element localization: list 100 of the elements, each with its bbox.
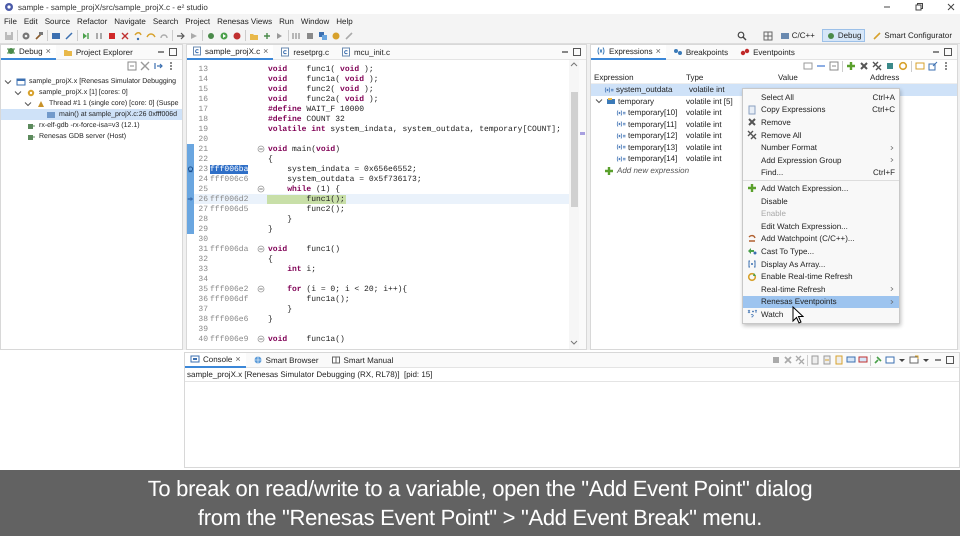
double-cross-icon[interactable] xyxy=(872,61,882,71)
refresh-icon[interactable] xyxy=(898,61,908,71)
stop-icon[interactable] xyxy=(107,30,117,40)
collapse-icon[interactable] xyxy=(256,284,266,294)
maximize-icon[interactable] xyxy=(943,47,953,57)
layout-icon[interactable] xyxy=(803,61,813,71)
nav-icon[interactable] xyxy=(262,30,272,40)
maximize-icon[interactable] xyxy=(572,47,582,57)
tab[interactable]: Console × xyxy=(185,352,246,368)
run-icon[interactable] xyxy=(219,30,229,40)
menu-item[interactable]: Source xyxy=(44,16,70,26)
menu-item[interactable]: Help xyxy=(336,16,353,26)
remove-all-icon[interactable] xyxy=(140,61,150,71)
expression-name[interactable]: temporary[13] xyxy=(594,142,686,152)
collapse-icon[interactable] xyxy=(256,244,266,254)
menu-item[interactable]: Add Watch Expression... xyxy=(743,182,899,195)
menu-item[interactable]: Project xyxy=(185,16,210,26)
perspective-icon[interactable] xyxy=(762,30,773,40)
menu-item[interactable]: Cast To Type... xyxy=(743,245,899,258)
expression-name[interactable]: temporary xyxy=(594,96,686,106)
show-output-icon[interactable] xyxy=(846,355,856,365)
panel-icon[interactable] xyxy=(292,30,302,40)
cross-icon[interactable] xyxy=(859,61,869,71)
menu-item[interactable]: Run xyxy=(279,16,294,26)
maximize-icon[interactable] xyxy=(945,355,955,365)
perspective-button[interactable]: Smart Configurator xyxy=(868,29,956,42)
clear-icon[interactable] xyxy=(810,355,820,365)
new-window-icon[interactable] xyxy=(915,61,925,71)
tab[interactable]: Project Explorer xyxy=(58,45,138,60)
expression-name[interactable]: temporary[10] xyxy=(594,108,686,118)
menu-item[interactable]: Select All Ctrl+A xyxy=(743,91,899,104)
expression-name[interactable]: system_outdata xyxy=(594,84,686,95)
tab[interactable]: Breakpoints xyxy=(668,45,734,60)
menu-item[interactable]: Copy Expressions Ctrl+C xyxy=(743,104,899,116)
menu-item[interactable]: Real-time Refresh xyxy=(743,282,899,296)
column-header[interactable]: Type xyxy=(686,73,778,82)
menu-item[interactable]: Display As Array... xyxy=(743,258,899,270)
menu-item[interactable]: Watch xyxy=(743,308,899,321)
collapse-icon[interactable] xyxy=(256,184,266,194)
collapse-icon[interactable] xyxy=(829,61,839,71)
collapse-icon[interactable] xyxy=(256,334,266,344)
bug-icon[interactable] xyxy=(206,30,216,40)
menu-item[interactable]: Number Format xyxy=(743,141,899,154)
menu-item[interactable]: Navigate xyxy=(114,16,146,26)
menu-item[interactable]: Renesas Eventpoints xyxy=(743,296,899,308)
menu-item[interactable]: Edit xyxy=(24,16,38,26)
menu-item[interactable]: Edit Watch Expression... xyxy=(743,220,899,233)
tab[interactable]: Eventpoints xyxy=(735,45,800,60)
restore-icon[interactable] xyxy=(914,2,924,12)
tab[interactable]: mcu_init.c xyxy=(336,45,395,60)
close-icon[interactable] xyxy=(946,2,956,12)
tab[interactable]: resetprg.c xyxy=(275,45,334,60)
menu-item[interactable]: Window xyxy=(300,16,330,26)
step-into-icon[interactable] xyxy=(133,30,143,40)
menu-item[interactable]: Add Watchpoint (C/C++)... xyxy=(743,232,899,246)
maximize-icon[interactable] xyxy=(168,47,178,57)
perspective-button[interactable]: C/C++ xyxy=(776,29,819,42)
menu-item[interactable]: Enable Real-time Refresh xyxy=(743,270,899,283)
add-expression-row[interactable]: Add new expression xyxy=(617,166,690,175)
collapse-icon[interactable] xyxy=(127,61,137,71)
disconnect-icon[interactable] xyxy=(120,30,130,40)
expression-name[interactable]: temporary[11] xyxy=(594,119,686,130)
tab[interactable]: Debug × xyxy=(1,45,56,60)
display-icon[interactable] xyxy=(885,355,895,365)
menu-item[interactable]: Search xyxy=(152,16,178,26)
step-filter-icon[interactable] xyxy=(153,61,163,71)
menu-item[interactable]: Renesas Views xyxy=(217,16,272,26)
pin-icon[interactable] xyxy=(873,355,883,365)
link-icon[interactable] xyxy=(64,30,74,40)
menu-item[interactable]: Add Expression Group xyxy=(743,154,899,167)
show-error-icon[interactable] xyxy=(858,355,868,365)
plus-icon[interactable] xyxy=(846,61,856,71)
column-header[interactable]: Expression xyxy=(594,73,686,82)
column-header[interactable]: Value xyxy=(778,73,870,82)
skip-icon[interactable] xyxy=(81,30,91,40)
collapse-icon[interactable] xyxy=(256,144,266,154)
menu-item[interactable]: Disable xyxy=(743,194,899,208)
hammer-icon[interactable] xyxy=(34,30,44,40)
menu-item[interactable]: Remove xyxy=(743,116,899,129)
column-header[interactable]: Address xyxy=(870,73,957,82)
tab[interactable]: Expressions × xyxy=(591,45,666,60)
new-console-icon[interactable] xyxy=(909,355,919,365)
run-config-icon[interactable] xyxy=(232,30,242,40)
menu-item[interactable]: Find... Ctrl+F xyxy=(743,166,899,180)
expression-name[interactable]: temporary[12] xyxy=(594,130,686,141)
expression-name[interactable]: temporary[14] xyxy=(594,154,686,164)
scroll-lock-icon[interactable] xyxy=(822,355,832,365)
tab[interactable]: Smart Browser xyxy=(248,352,324,368)
tab[interactable]: sample_projX.c × xyxy=(187,45,274,60)
menu-item[interactable]: File xyxy=(4,16,17,26)
menu-item[interactable]: Refactor xyxy=(77,16,108,26)
menu-item[interactable]: Remove All xyxy=(743,128,899,142)
tab[interactable]: Smart Manual xyxy=(326,352,398,368)
export-icon[interactable] xyxy=(928,61,938,71)
windows-icon[interactable] xyxy=(318,30,328,40)
arrow-icon[interactable] xyxy=(176,30,186,40)
perspective-button[interactable]: Debug xyxy=(822,29,866,42)
gear-icon[interactable] xyxy=(21,30,31,40)
scrollbar-thumb[interactable] xyxy=(571,92,578,207)
search-icon[interactable] xyxy=(736,30,747,40)
